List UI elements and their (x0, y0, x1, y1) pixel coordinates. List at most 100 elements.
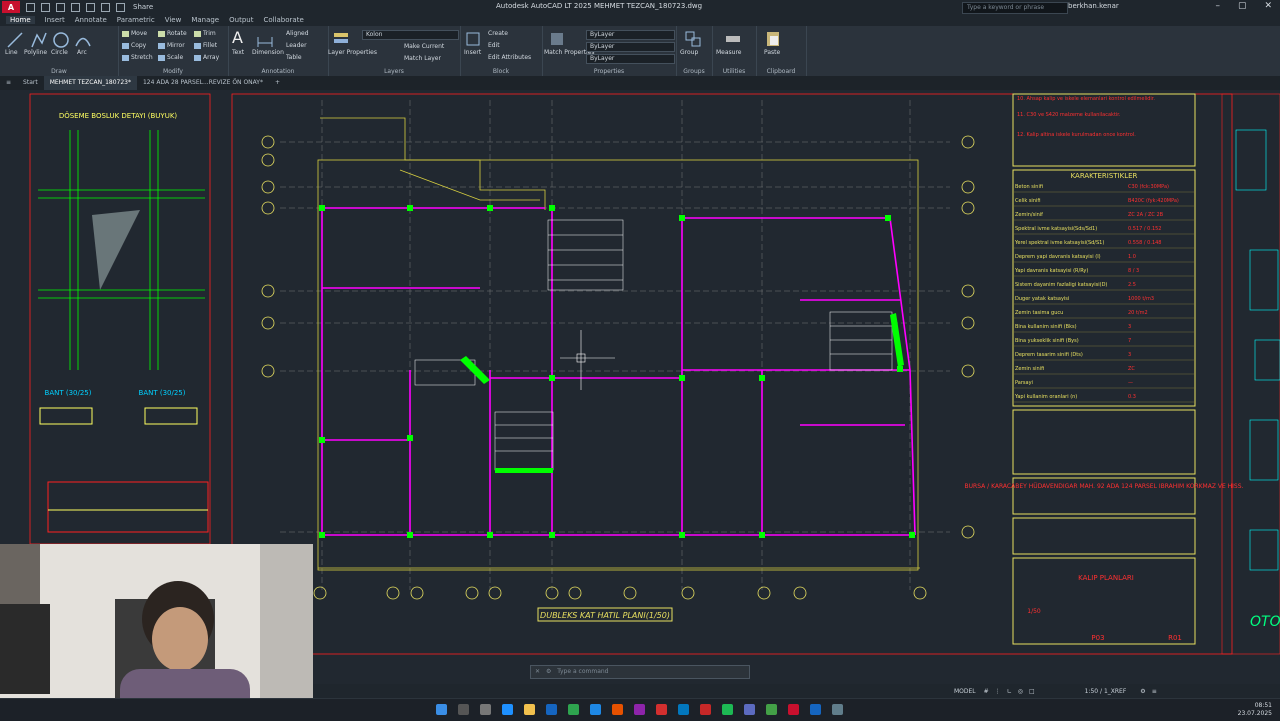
match-properties-icon[interactable] (548, 30, 566, 48)
trim-button[interactable]: Trim (194, 30, 216, 37)
app-icon-8[interactable] (832, 704, 843, 715)
scale-button[interactable]: Scale (158, 54, 183, 61)
polyline-button[interactable]: Polyline (24, 49, 47, 56)
annotation-panel-title[interactable]: Annotation (228, 68, 328, 75)
line-icon[interactable] (6, 31, 24, 49)
file-tab-revize[interactable]: 124 ADA 28 PARSEL...REVIZE ÖN ONAY* (137, 76, 269, 90)
file-tab-start[interactable]: Start (17, 76, 44, 90)
circle-icon[interactable] (52, 31, 70, 49)
system-clock[interactable]: 08:51 23.07.2025 (1238, 702, 1272, 718)
redo-icon[interactable] (116, 2, 125, 12)
outlook-icon[interactable] (590, 704, 601, 715)
array-button[interactable]: Array (194, 54, 219, 61)
linetype-dropdown[interactable]: ByLayer (586, 42, 675, 52)
arc-icon[interactable] (74, 31, 92, 49)
word-icon[interactable] (546, 704, 557, 715)
explorer-icon[interactable] (524, 704, 535, 715)
user-name[interactable]: berkhan.kenar (1068, 2, 1119, 10)
maximize-icon[interactable]: ▢ (1238, 1, 1247, 11)
tab-parametric[interactable]: Parametric (117, 16, 155, 24)
clipboard-panel-title[interactable]: Clipboard (756, 68, 806, 75)
tab-collaborate[interactable]: Collaborate (263, 16, 303, 24)
match-layer-button[interactable]: Match Layer (404, 55, 441, 62)
properties-panel-title[interactable]: Properties (542, 68, 676, 75)
rotate-button[interactable]: Rotate (158, 30, 187, 37)
mirror-button[interactable]: Mirror (158, 42, 185, 49)
annotation-scale[interactable]: 1:50 / 1_XREF (1085, 688, 1127, 695)
move-button[interactable]: Move (122, 30, 147, 37)
layer-properties-icon[interactable] (332, 30, 350, 48)
tab-manage[interactable]: Manage (191, 16, 219, 24)
save-icon[interactable] (56, 2, 65, 12)
osnap-toggle-icon[interactable]: □ (1029, 688, 1035, 695)
share-button[interactable]: Share (133, 3, 153, 11)
search-input[interactable]: Type a keyword or phrase (962, 2, 1068, 14)
insert-block-icon[interactable] (464, 30, 482, 48)
color-dropdown[interactable]: ByLayer (586, 30, 675, 40)
text-button[interactable]: Text (232, 49, 244, 56)
layer-properties-button[interactable]: Layer Properties (328, 49, 377, 56)
spotify-icon[interactable] (722, 704, 733, 715)
dimension-button[interactable]: Dimension (252, 49, 284, 56)
app-icon-1[interactable] (612, 704, 623, 715)
aligned-button[interactable]: Aligned (286, 30, 309, 37)
draw-panel-title[interactable]: Draw (0, 68, 118, 75)
group-icon[interactable] (684, 30, 702, 48)
ortho-toggle-icon[interactable]: ∟ (1007, 688, 1012, 695)
autocad-taskbar-icon[interactable] (788, 704, 799, 715)
file-tab-active[interactable]: MEHMET TEZCAN_180723* (43, 76, 137, 90)
tab-annotate[interactable]: Annotate (75, 16, 107, 24)
leader-button[interactable]: Leader (286, 42, 307, 49)
open-icon[interactable] (41, 2, 50, 12)
modify-panel-title[interactable]: Modify (118, 68, 228, 75)
table-button[interactable]: Table (286, 54, 302, 61)
polar-toggle-icon[interactable]: ◎ (1018, 688, 1023, 695)
chrome-icon[interactable] (766, 704, 777, 715)
excel-icon[interactable] (568, 704, 579, 715)
undo-icon[interactable] (101, 2, 110, 12)
autocad-logo-icon[interactable]: A (2, 1, 20, 13)
create-block-button[interactable]: Create (488, 30, 508, 37)
layers-panel-title[interactable]: Layers (328, 68, 460, 75)
edge-icon[interactable] (502, 704, 513, 715)
settings-icon[interactable]: ⚙ (1140, 688, 1145, 695)
search-taskbar-icon[interactable] (458, 704, 469, 715)
tab-insert[interactable]: Insert (45, 16, 65, 24)
group-button[interactable]: Group (680, 49, 698, 56)
app-icon-2[interactable] (634, 704, 645, 715)
model-button[interactable]: MODEL (954, 688, 976, 695)
tab-view[interactable]: View (165, 16, 182, 24)
polyline-icon[interactable] (30, 31, 48, 49)
layer-dropdown[interactable]: Kolon (362, 30, 459, 40)
edit-attributes-button[interactable]: Edit Attributes (488, 54, 531, 61)
copy-button[interactable]: Copy (122, 42, 146, 49)
grid-toggle-icon[interactable]: # (984, 688, 989, 695)
edit-block-button[interactable]: Edit (488, 42, 500, 49)
minimize-icon[interactable]: – (1215, 1, 1220, 11)
status-menu-icon[interactable]: ≡ (1152, 688, 1157, 695)
save-as-icon[interactable] (71, 2, 80, 12)
app-icon-6[interactable] (744, 704, 755, 715)
line-button[interactable]: Line (5, 49, 18, 56)
paste-button[interactable]: Paste (764, 49, 780, 56)
app-icon-4[interactable] (678, 704, 689, 715)
close-command-icon[interactable]: ✕ (535, 668, 540, 675)
measure-icon[interactable] (724, 30, 742, 48)
groups-panel-title[interactable]: Groups (676, 68, 712, 75)
tab-output[interactable]: Output (229, 16, 253, 24)
tab-home[interactable]: Home (6, 16, 35, 24)
utilities-panel-title[interactable]: Utilities (712, 68, 756, 75)
snap-toggle-icon[interactable]: ⋮ (995, 688, 1001, 695)
command-input[interactable]: Type a command (557, 668, 608, 675)
plot-icon[interactable] (86, 2, 95, 12)
insert-button[interactable]: Insert (464, 49, 481, 56)
fillet-button[interactable]: Fillet (194, 42, 217, 49)
measure-button[interactable]: Measure (716, 49, 742, 56)
command-line[interactable]: ✕ ⚙ Type a command (530, 665, 750, 679)
circle-button[interactable]: Circle (51, 49, 68, 56)
dimension-icon[interactable] (256, 31, 274, 49)
lineweight-dropdown[interactable]: ByLayer (586, 54, 675, 64)
app-icon-7[interactable] (810, 704, 821, 715)
make-current-button[interactable]: Make Current (404, 43, 444, 50)
new-icon[interactable] (26, 2, 35, 12)
